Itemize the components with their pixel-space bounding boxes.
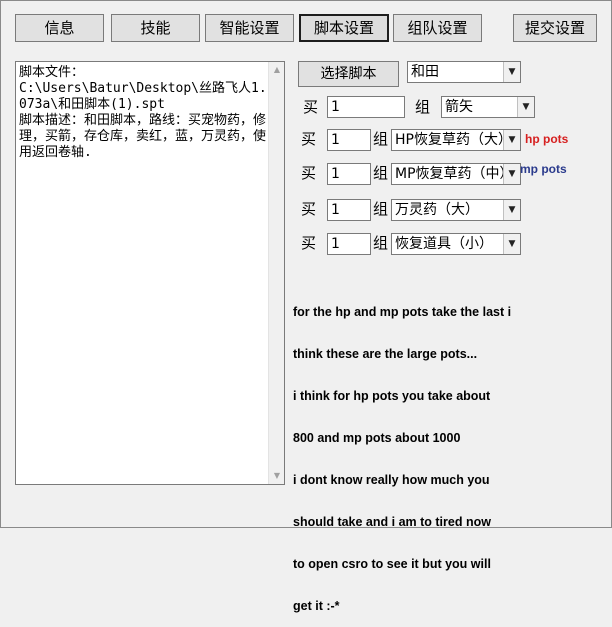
chevron-down-icon[interactable]: ▼ [503,130,520,150]
note-line: i dont know really how much you [293,473,490,487]
buy-label: 买 [301,200,317,218]
script-description-text: 脚本文件： C:\Users\Batur\Desktop\丝路飞人1.073a\… [19,65,267,160]
tab-skills[interactable]: 技能 [111,14,200,42]
item-select-5[interactable]: 恢复道具（小） ▼ [391,233,521,255]
scroll-up-arrow-icon[interactable]: ▲ [269,62,285,78]
group-label: 组 [373,164,389,182]
note-line: i think for hp pots you take about [293,389,491,403]
buy-qty-input-1[interactable]: 1 [327,96,405,118]
tab-smart-settings[interactable]: 智能设置 [205,14,294,42]
group-label: 组 [373,130,389,148]
scroll-down-arrow-icon[interactable]: ▼ [269,468,285,484]
chevron-down-icon[interactable]: ▼ [503,164,520,184]
item-select-value: 恢复道具（小） [395,236,493,252]
buy-label: 买 [303,98,319,116]
tab-submit-settings[interactable]: 提交设置 [513,14,597,42]
buy-label: 买 [301,234,317,252]
note-line: get it :-* [293,599,340,613]
buy-qty-input-5[interactable]: 1 [327,233,371,255]
note-line: to open csro to see it but you will [293,557,491,571]
user-note: for the hp and mp pots take the last i t… [293,277,593,627]
tab-party-settings[interactable]: 组队设置 [393,14,482,42]
town-select-value: 和田 [411,64,439,80]
tab-info[interactable]: 信息 [15,14,104,42]
item-select-4[interactable]: 万灵药（大） ▼ [391,199,521,221]
tab-script-settings[interactable]: 脚本设置 [299,14,389,42]
note-line: 800 and mp pots about 1000 [293,431,461,445]
buy-qty-input-4[interactable]: 1 [327,199,371,221]
buy-label: 买 [301,164,317,182]
group-label: 组 [373,234,389,252]
item-select-3[interactable]: MP恢复草药（中） ▼ [391,163,521,185]
buy-qty-input-3[interactable]: 1 [327,163,371,185]
item-select-2[interactable]: HP恢复草药（大） ▼ [391,129,521,151]
buy-qty-input-2[interactable]: 1 [327,129,371,151]
town-select[interactable]: 和田 ▼ [407,61,521,83]
note-line: think these are the large pots... [293,347,478,361]
note-line: should take and i am to tired now [293,515,491,529]
select-script-button[interactable]: 选择脚本 [298,61,399,87]
script-description-textarea[interactable]: 脚本文件： C:\Users\Batur\Desktop\丝路飞人1.073a\… [15,61,285,485]
chevron-down-icon[interactable]: ▼ [503,234,520,254]
item-select-1[interactable]: 箭矢 ▼ [441,96,535,118]
mp-pots-note: mp pots [520,162,567,176]
item-select-value: HP恢复草药（大） [395,132,512,148]
group-label: 组 [415,98,431,116]
textarea-scrollbar[interactable]: ▲ ▼ [268,62,284,484]
chevron-down-icon[interactable]: ▼ [517,97,534,117]
item-select-value: 箭矢 [445,99,473,115]
chevron-down-icon[interactable]: ▼ [503,62,520,82]
item-select-value: 万灵药（大） [395,202,479,218]
note-line: for the hp and mp pots take the last i [293,305,512,319]
hp-pots-note: hp pots [525,132,569,146]
chevron-down-icon[interactable]: ▼ [503,200,520,220]
group-label: 组 [373,200,389,218]
buy-label: 买 [301,130,317,148]
item-select-value: MP恢复草药（中） [395,166,514,182]
